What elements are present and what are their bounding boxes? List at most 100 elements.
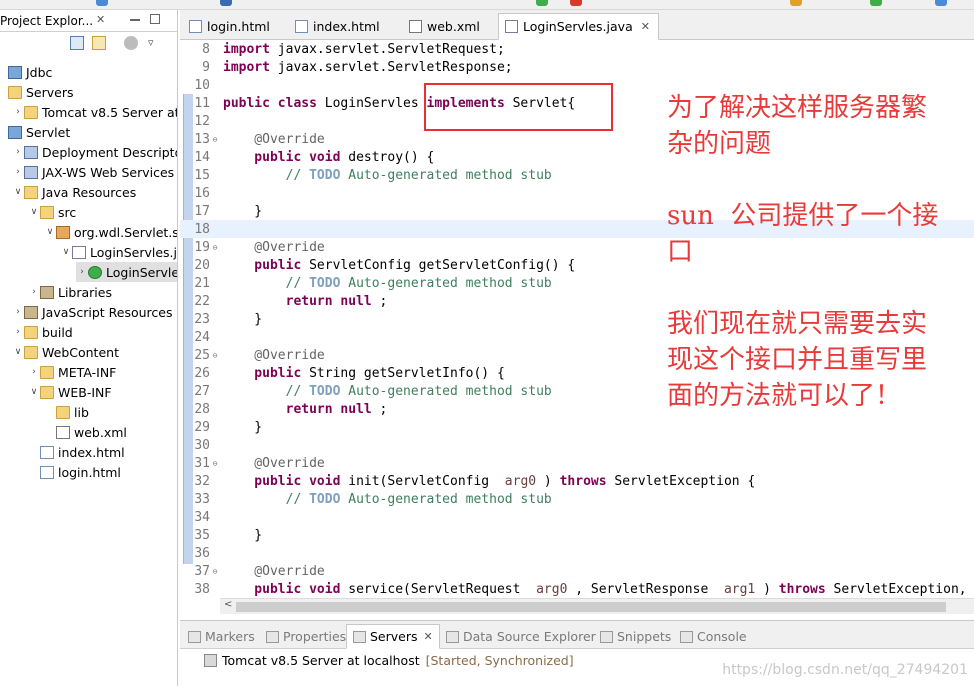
fold-icon[interactable]: ⊖: [210, 135, 220, 144]
toolbar-icon[interactable]: [790, 0, 802, 6]
tree-item[interactable]: › JAX-WS Web Services: [12, 162, 174, 182]
jar-icon: [40, 285, 54, 299]
expand-toggle-icon[interactable]: ∨: [44, 227, 56, 237]
code-line[interactable]: 36: [180, 544, 974, 562]
code-line[interactable]: 33 // TODO Auto-generated method stub: [180, 490, 974, 508]
bottom-tab[interactable]: Data Source Explorer: [440, 624, 602, 649]
code-line[interactable]: 32 public void init(ServletConfig arg0 )…: [180, 472, 974, 490]
expand-toggle-icon[interactable]: ∨: [28, 207, 40, 217]
tree-item-label: Tomcat v8.5 Server at lo: [42, 104, 177, 120]
line-number: 14: [194, 149, 210, 165]
fold-icon[interactable]: ⊖: [210, 351, 220, 360]
tree-item[interactable]: › Tomcat v8.5 Server at lo: [12, 102, 177, 122]
code-line[interactable]: 15 // TODO Auto-generated method stub: [180, 166, 974, 184]
expand-toggle-icon[interactable]: ∨: [60, 247, 72, 257]
tree-item[interactable]: login.html: [28, 462, 121, 482]
tree-item[interactable]: ∨ src: [28, 202, 77, 222]
toolbar-icon[interactable]: [935, 0, 947, 6]
code-text: }: [223, 419, 263, 435]
tree-item[interactable]: › JavaScript Resources: [12, 302, 172, 322]
tree-item[interactable]: › META-INF: [28, 362, 116, 382]
tree-item[interactable]: index.html: [28, 442, 125, 462]
link-with-editor-icon[interactable]: [92, 36, 106, 50]
tree-item-label: META-INF: [58, 364, 117, 380]
horizontal-scrollbar[interactable]: <: [220, 598, 974, 614]
tree-item[interactable]: › build: [12, 322, 73, 342]
tree-item[interactable]: Jdbc: [0, 62, 52, 82]
tree-item[interactable]: ∨ WEB-INF: [28, 382, 112, 402]
close-icon[interactable]: ✕: [641, 20, 650, 33]
scroll-thumb[interactable]: [236, 602, 946, 612]
toolbar-icon[interactable]: [536, 0, 548, 6]
expand-toggle-icon[interactable]: ∨: [12, 187, 24, 197]
bottom-tab[interactable]: Properties: [260, 624, 352, 649]
fold-icon[interactable]: ⊖: [210, 567, 220, 576]
code-line[interactable]: 9 import javax.servlet.ServletResponse;: [180, 58, 974, 76]
editor-tab[interactable]: index.html: [288, 13, 389, 40]
expand-toggle-icon[interactable]: ›: [12, 327, 24, 337]
editor-tab[interactable]: login.html: [182, 13, 279, 40]
expand-toggle-icon[interactable]: ›: [12, 307, 24, 317]
bottom-tab[interactable]: Markers: [182, 624, 261, 649]
code-line[interactable]: 30: [180, 436, 974, 454]
close-icon[interactable]: ✕: [424, 630, 433, 643]
line-number: 30: [194, 437, 210, 453]
tree-item[interactable]: ∨ org.wdl.Servlet.ser: [44, 222, 177, 242]
expand-toggle-icon[interactable]: ›: [12, 167, 24, 177]
view-menu-icon[interactable]: ▿: [148, 36, 162, 50]
code-line[interactable]: 8 import javax.servlet.ServletRequest;: [180, 40, 974, 58]
line-number: 11: [194, 95, 210, 111]
code-line[interactable]: 37 ⊖ @Override: [180, 562, 974, 580]
code-line[interactable]: 34: [180, 508, 974, 526]
code-line[interactable]: 31 ⊖ @Override: [180, 454, 974, 472]
fold-icon[interactable]: ⊖: [210, 459, 220, 468]
expand-toggle-icon[interactable]: ›: [12, 147, 24, 157]
tree-item[interactable]: ∨ LoginServles.jav: [60, 242, 177, 262]
bottom-tab[interactable]: Console: [674, 624, 753, 649]
code-text: @Override: [223, 239, 325, 255]
expand-toggle-icon[interactable]: ›: [76, 267, 88, 277]
collapse-all-icon[interactable]: [70, 36, 84, 50]
fold-icon[interactable]: ⊖: [210, 243, 220, 252]
line-number: 8: [202, 41, 210, 57]
tree-item[interactable]: › Deployment Descriptor:: [12, 142, 177, 162]
expand-toggle-icon[interactable]: ›: [28, 367, 40, 377]
close-icon[interactable]: ✕: [96, 13, 105, 26]
toolbar-icon[interactable]: [220, 0, 232, 6]
code-text: public void destroy() {: [223, 149, 435, 165]
tree-item[interactable]: web.xml: [44, 422, 127, 442]
line-number: 34: [194, 509, 210, 525]
toolbar-icon[interactable]: [570, 0, 582, 6]
code-line[interactable]: 21 // TODO Auto-generated method stub: [180, 274, 974, 292]
minimize-icon[interactable]: [130, 19, 140, 21]
code-line[interactable]: 38 public void service(ServletRequest ar…: [180, 580, 974, 598]
expand-toggle-icon[interactable]: ∨: [28, 387, 40, 397]
toolbar-icon[interactable]: [96, 0, 108, 6]
editor-tab-label: login.html: [207, 19, 270, 34]
tree-item[interactable]: ∨ WebContent: [12, 342, 119, 362]
tree-item[interactable]: ∨ Java Resources: [12, 182, 137, 202]
scroll-left-icon[interactable]: <: [224, 599, 232, 610]
server-row[interactable]: Tomcat v8.5 Server at localhost [Started…: [204, 651, 574, 669]
maximize-icon[interactable]: [150, 14, 160, 24]
dd-icon: [24, 145, 38, 159]
editor-tab[interactable]: web.xml: [402, 13, 489, 40]
expand-toggle-icon[interactable]: ∨: [12, 347, 24, 357]
tree-item[interactable]: Servlet: [0, 122, 70, 142]
tree-item[interactable]: Servers: [0, 82, 74, 102]
tree-item[interactable]: › Libraries: [28, 282, 112, 302]
code-line[interactable]: 35 }: [180, 526, 974, 544]
explorer-title[interactable]: Project Explor...: [0, 14, 93, 28]
bottom-tab[interactable]: Servers ✕: [346, 624, 440, 649]
tree-item[interactable]: › LoginServles: [76, 262, 177, 282]
editor-tab[interactable]: LoginServles.java ✕: [498, 13, 659, 40]
filter-icon[interactable]: [124, 36, 138, 50]
code-line[interactable]: 29 }: [180, 418, 974, 436]
expand-toggle-icon[interactable]: ›: [28, 287, 40, 297]
line-number: 38: [194, 581, 210, 597]
bottom-tab[interactable]: Snippets: [594, 624, 677, 649]
expand-toggle-icon[interactable]: ›: [12, 107, 24, 117]
html-file-icon: [189, 20, 202, 33]
toolbar-icon[interactable]: [870, 0, 882, 6]
tree-item[interactable]: lib: [44, 402, 89, 422]
